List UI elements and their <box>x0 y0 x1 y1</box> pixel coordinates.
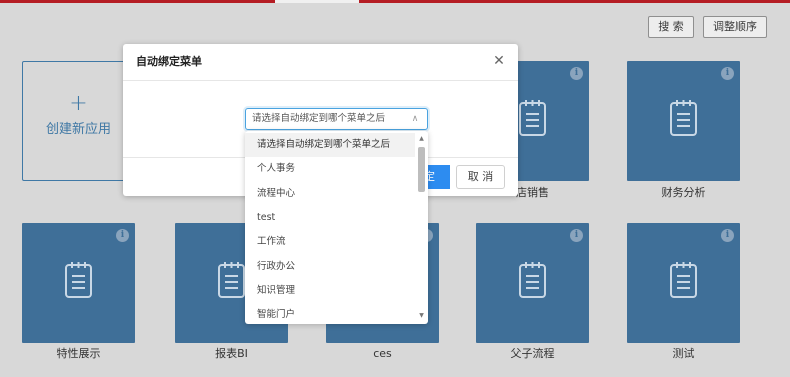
dropdown-option[interactable]: 个人事务 <box>245 157 415 181</box>
scroll-down-icon[interactable]: ▼ <box>417 312 426 320</box>
scroll-up-icon[interactable]: ▲ <box>417 135 426 143</box>
search-button[interactable]: 搜 索 <box>648 16 694 38</box>
notepad-icon <box>519 262 546 298</box>
notepad-icon <box>65 262 92 298</box>
dialog-title: 自动绑定菜单 <box>136 55 202 68</box>
notepad-icon <box>218 262 245 298</box>
top-active-tab[interactable] <box>275 0 359 3</box>
dropdown-option[interactable]: test <box>245 206 415 230</box>
create-app-label: 创建新应用 <box>45 122 111 137</box>
dropdown-option[interactable]: 行政办公 <box>245 255 415 279</box>
dropdown-option[interactable]: 流程中心 <box>245 182 415 206</box>
info-icon[interactable]: i <box>570 229 583 242</box>
app-tile-parent-child-flow[interactable]: i <box>476 223 589 343</box>
dropdown-option[interactable]: 请选择自动绑定到哪个菜单之后 <box>245 133 415 157</box>
app-tile-finance[interactable]: i <box>627 61 740 181</box>
create-app-card[interactable]: + 创建新应用 <box>22 61 135 181</box>
app-tile-label: 特性展示 <box>56 347 101 360</box>
info-icon[interactable]: i <box>116 229 129 242</box>
notepad-icon <box>670 262 697 298</box>
notepad-icon <box>519 100 546 136</box>
app-tile-test[interactable]: i <box>627 223 740 343</box>
select-value: 请选择自动绑定到哪个菜单之后 <box>252 113 386 124</box>
cancel-button[interactable]: 取 消 <box>456 165 505 189</box>
info-icon[interactable]: i <box>570 67 583 80</box>
app-tile-feature-demo[interactable]: i <box>22 223 135 343</box>
app-tile-label: ces <box>373 347 392 360</box>
menu-options-dropdown[interactable]: 请选择自动绑定到哪个菜单之后 个人事务 流程中心 test 工作流 行政办公 知… <box>245 131 428 324</box>
info-icon[interactable]: i <box>721 67 734 80</box>
info-icon[interactable]: i <box>721 229 734 242</box>
chevron-up-icon: ∧ <box>411 114 419 124</box>
app-tile-label: 父子流程 <box>510 347 555 360</box>
dialog-header-divider <box>123 80 518 81</box>
dropdown-option[interactable]: 知识管理 <box>245 279 415 303</box>
notepad-icon <box>670 100 697 136</box>
top-red-bar <box>0 0 790 3</box>
app-tile-label: 财务分析 <box>661 186 706 199</box>
close-icon[interactable]: ✕ <box>492 54 506 68</box>
scrollbar-thumb[interactable] <box>418 147 425 192</box>
reorder-button[interactable]: 调整顺序 <box>703 16 767 38</box>
menu-position-select[interactable]: 请选择自动绑定到哪个菜单之后 ∧ <box>245 108 428 130</box>
app-tile-label: 报表BI <box>215 347 248 360</box>
plus-icon: + <box>69 91 88 116</box>
dropdown-scrollbar[interactable]: ▲ ▼ <box>417 135 426 320</box>
app-tile-label: 测试 <box>672 347 695 360</box>
dropdown-option[interactable]: 智能门户 <box>245 303 415 324</box>
dropdown-option[interactable]: 工作流 <box>245 230 415 254</box>
